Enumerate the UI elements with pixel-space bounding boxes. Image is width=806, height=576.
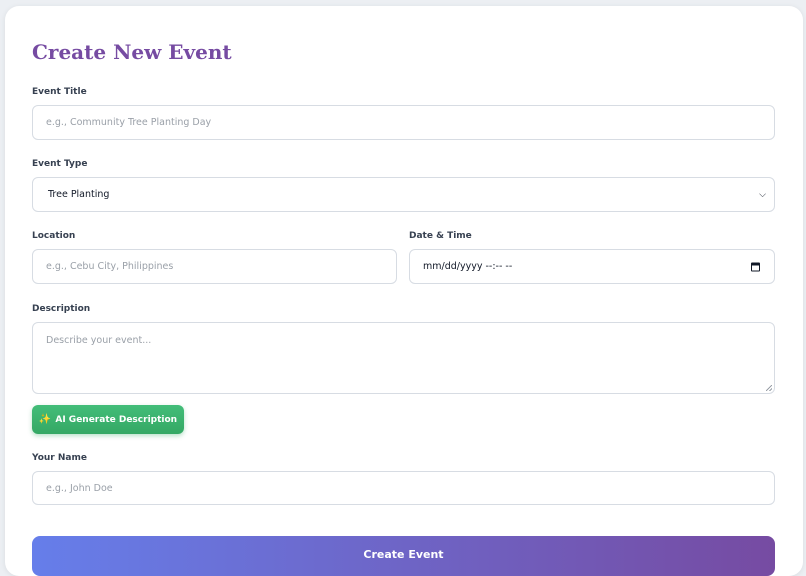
ai-sparkle-icon: ✨ <box>38 414 52 425</box>
event-title-placeholder: e.g., Community Tree Planting Day <box>46 117 212 128</box>
datetime-placeholder: mm/dd/yyyy --:-- -- <box>423 261 513 272</box>
description-textarea[interactable]: Describe your event... <box>32 322 775 394</box>
location-input[interactable]: e.g., Cebu City, Philippines <box>32 249 397 284</box>
create-event-button[interactable]: Create Event <box>32 536 775 576</box>
your-name-input[interactable]: e.g., John Doe <box>32 471 775 505</box>
location-placeholder: e.g., Cebu City, Philippines <box>46 261 174 272</box>
datetime-label: Date & Time <box>409 231 472 241</box>
page-title: Create New Event <box>32 40 232 64</box>
event-type-select[interactable]: Tree Planting ⌵ <box>32 177 775 212</box>
event-type-value: Tree Planting <box>48 189 110 200</box>
description-placeholder: Describe your event... <box>46 335 152 346</box>
datetime-input[interactable]: mm/dd/yyyy --:-- -- <box>409 249 775 284</box>
your-name-label: Your Name <box>32 453 87 463</box>
ai-generate-label: AI Generate Description <box>55 414 178 425</box>
calendar-icon[interactable] <box>751 262 760 271</box>
description-label: Description <box>32 304 91 314</box>
create-event-label: Create Event <box>363 548 444 561</box>
event-type-label: Event Type <box>32 159 88 169</box>
event-title-input[interactable]: e.g., Community Tree Planting Day <box>32 105 775 140</box>
your-name-placeholder: e.g., John Doe <box>46 482 113 494</box>
chevron-down-icon: ⌵ <box>759 189 766 200</box>
location-label: Location <box>32 231 76 241</box>
resize-handle-icon[interactable] <box>766 385 772 391</box>
ai-generate-description-button[interactable]: ✨ AI Generate Description <box>32 405 184 434</box>
event-title-label: Event Title <box>32 87 87 97</box>
create-event-card: Create New Event Event Title e.g., Commu… <box>5 6 803 576</box>
